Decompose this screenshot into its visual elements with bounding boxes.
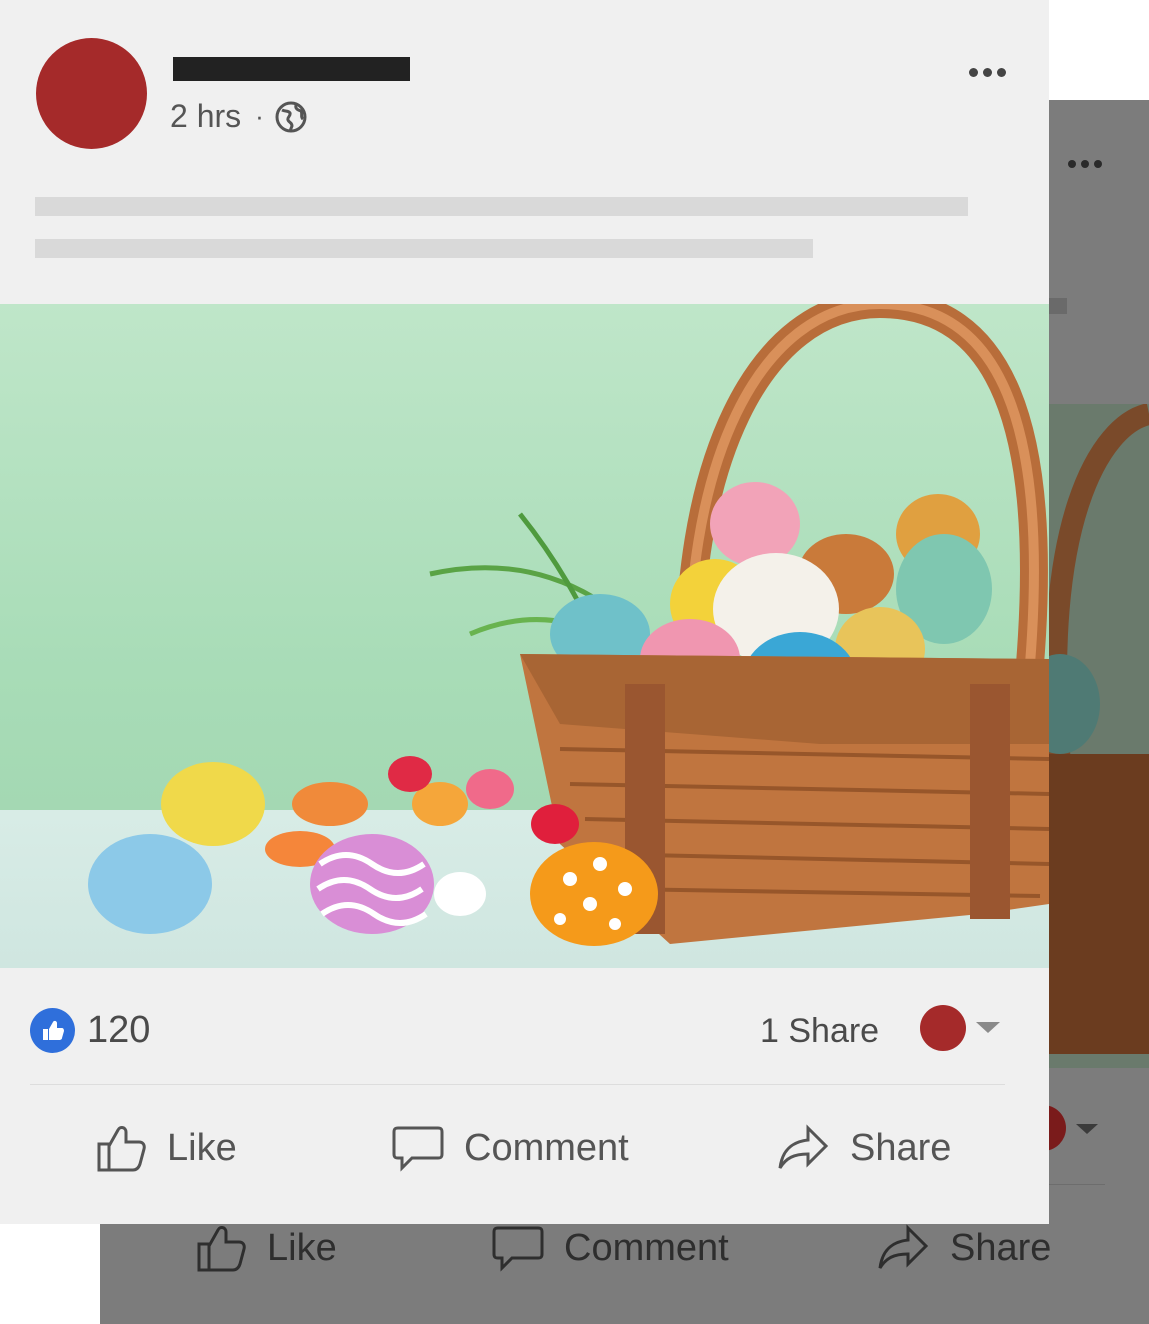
speech-bubble-icon [492, 1226, 544, 1272]
comment-label: Comment [464, 1126, 629, 1169]
like-reaction-icon[interactable] [30, 1008, 75, 1053]
share-count[interactable]: 1 Share [760, 1011, 879, 1051]
share-label: Share [950, 1226, 1052, 1269]
post-time[interactable]: 2 hrs [170, 98, 241, 135]
more-options-icon[interactable] [969, 68, 1006, 77]
reaction-count[interactable]: 120 [87, 1008, 150, 1053]
like-label: Like [267, 1226, 337, 1269]
share-arrow-icon [778, 1124, 829, 1169]
text-placeholder [1049, 298, 1067, 314]
share-label: Share [850, 1126, 952, 1169]
divider [30, 1084, 1005, 1085]
comment-button[interactable]: Comment [392, 1122, 629, 1174]
meta-separator: · [255, 101, 264, 131]
sharer-avatar[interactable] [920, 1005, 966, 1051]
like-button[interactable]: Like [195, 1222, 337, 1274]
like-label: Like [167, 1126, 237, 1169]
thumbs-up-icon [42, 1020, 64, 1040]
post-text-placeholder-line [35, 239, 813, 258]
post-text-placeholder-line [35, 197, 968, 216]
thumbs-up-icon [197, 1226, 246, 1272]
more-options-icon[interactable] [1068, 160, 1102, 168]
easter-basket-image [88, 304, 1049, 946]
avatar[interactable] [36, 38, 147, 149]
globe-icon[interactable] [274, 100, 308, 134]
like-button[interactable]: Like [95, 1122, 237, 1174]
speech-bubble-icon [392, 1126, 444, 1172]
comment-label: Comment [564, 1226, 729, 1269]
thumbs-up-icon [97, 1126, 146, 1172]
chevron-down-icon[interactable] [976, 1022, 1000, 1033]
share-button[interactable]: Share [778, 1122, 951, 1174]
share-arrow-icon [878, 1224, 929, 1269]
post-meta: 2 hrs · [170, 98, 308, 135]
share-button[interactable]: Share [878, 1222, 1051, 1274]
chevron-down-icon[interactable] [1076, 1124, 1098, 1134]
post-actions: Like Comment Share [0, 1100, 1049, 1200]
comment-button[interactable]: Comment [492, 1222, 729, 1274]
author-name-redacted[interactable] [173, 57, 410, 81]
post-photo[interactable] [0, 304, 1049, 968]
post-card: 2 hrs · 120 1 Share Like Comment Share [0, 0, 1049, 1224]
